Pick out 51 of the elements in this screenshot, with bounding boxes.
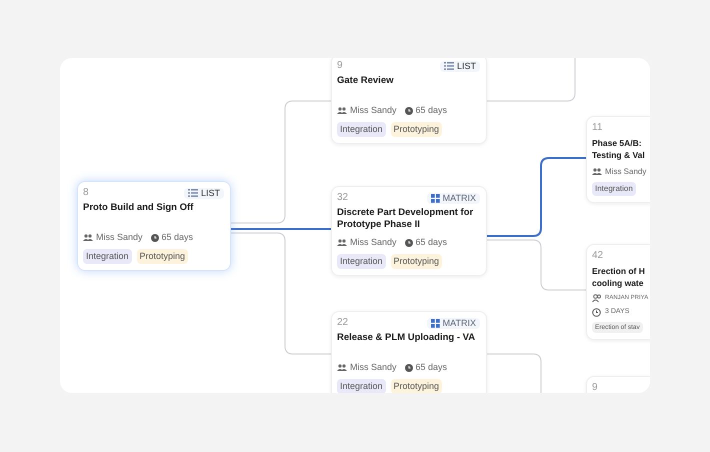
owner-name: Miss Sandy	[350, 361, 397, 374]
duration-text: 65 days	[416, 236, 448, 249]
grid-icon	[430, 318, 440, 328]
task-number: 32	[337, 193, 348, 203]
task-number: 42	[592, 251, 604, 261]
owner-name: Miss Sandy	[605, 166, 646, 178]
task-title: Proto Build and Sign Off	[83, 202, 194, 215]
tag: Integration	[83, 248, 132, 264]
clock-icon	[404, 238, 413, 247]
list-icon	[188, 189, 198, 197]
tag: Integration	[337, 378, 386, 393]
tag: Integration	[337, 254, 386, 269]
clock-icon	[404, 106, 413, 115]
task-number: 9	[337, 61, 343, 71]
task-title: Release & PLM Uploading - VA	[337, 332, 476, 345]
tag: Prototyping	[390, 254, 442, 269]
tag: Prototyping	[390, 378, 442, 393]
duration-text: 65 days	[416, 104, 448, 117]
badge-label: LIST	[200, 188, 220, 198]
clock-icon	[150, 234, 159, 242]
badge-label: MATRIX	[442, 194, 476, 202]
people-icon	[337, 238, 347, 247]
task-title: Discrete Part Development for Prototype Phase II	[337, 207, 474, 231]
people-icon	[337, 106, 347, 115]
task-number: 22	[337, 318, 348, 328]
clock-icon	[404, 364, 413, 372]
badge-label: MATRIX	[442, 318, 476, 328]
list-icon	[444, 62, 454, 70]
task-title: Erection of H cooling wate	[592, 265, 646, 289]
owner-name: Miss Sandy	[350, 104, 397, 117]
people-icon	[83, 234, 93, 242]
people-icon	[337, 364, 347, 372]
tag: Integration	[337, 122, 386, 137]
task-number: 11	[592, 123, 602, 133]
badge-label: LIST	[456, 62, 476, 70]
clock-icon	[592, 308, 601, 317]
task-title: Phase 5A/B: Testing & Val	[592, 137, 646, 161]
tag: Integration	[592, 182, 636, 196]
people-icon	[592, 294, 602, 303]
task-title: Gate Review	[337, 75, 394, 88]
people-icon	[592, 168, 602, 176]
task-number: 8	[83, 188, 89, 198]
tag: Prototyping	[136, 248, 188, 264]
connector-line	[486, 354, 542, 393]
grid-icon	[430, 194, 440, 202]
task-number: 9	[592, 383, 598, 393]
duration-text: 65 days	[416, 361, 448, 374]
owner-name: Miss Sandy	[350, 236, 397, 249]
duration-text: 65 days	[162, 231, 194, 244]
tag: Prototyping	[390, 122, 442, 137]
owner-name: Miss Sandy	[96, 231, 143, 244]
